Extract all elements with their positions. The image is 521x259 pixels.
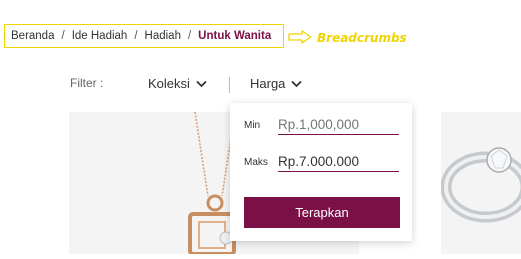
max-price-input[interactable] xyxy=(278,154,399,172)
breadcrumb-separator: / xyxy=(134,30,138,42)
breadcrumb-item-ide-hadiah[interactable]: Ide Hadiah xyxy=(72,30,128,42)
price-filter-panel: Min Maks Terapkan xyxy=(230,103,412,241)
product-card-ring[interactable] xyxy=(440,112,521,254)
max-price-row: Maks xyxy=(244,154,399,172)
breadcrumb-item-beranda[interactable]: Beranda xyxy=(11,30,54,42)
chevron-down-icon xyxy=(291,80,303,87)
ring-image xyxy=(440,147,521,223)
chevron-down-icon xyxy=(196,80,207,87)
price-dropdown[interactable]: Harga xyxy=(250,76,303,91)
filter-label: Filter : xyxy=(70,76,104,90)
apply-button[interactable]: Terapkan xyxy=(244,197,400,228)
min-price-row: Min xyxy=(244,117,399,135)
arrow-right-icon xyxy=(288,30,312,44)
max-price-label: Maks xyxy=(244,157,268,168)
filter-divider xyxy=(229,77,230,93)
collection-dropdown-label: Koleksi xyxy=(148,76,190,91)
min-price-label: Min xyxy=(244,120,261,131)
breadcrumb-current: Untuk Wanita xyxy=(198,30,272,42)
min-price-input[interactable] xyxy=(278,117,399,135)
collection-dropdown[interactable]: Koleksi xyxy=(148,76,207,91)
breadcrumb-annotation-label: Breadcrumbs xyxy=(317,31,407,45)
breadcrumb-separator: / xyxy=(61,30,65,42)
price-dropdown-label: Harga xyxy=(250,76,286,91)
breadcrumb-separator: / xyxy=(187,30,192,42)
breadcrumb: Beranda / Ide Hadiah / Hadiah / Untuk Wa… xyxy=(4,24,284,48)
breadcrumb-item-hadiah[interactable]: Hadiah xyxy=(145,30,181,42)
